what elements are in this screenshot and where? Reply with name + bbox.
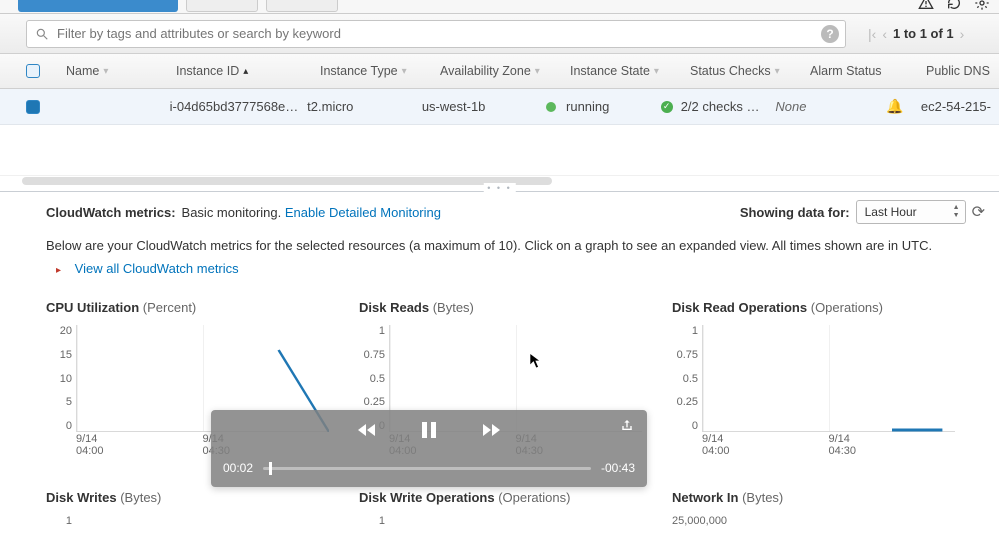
page-first-icon[interactable]: |‹ xyxy=(868,26,876,42)
yaxis-dro: 10.750.50.250 xyxy=(672,325,702,460)
alert-icon[interactable] xyxy=(917,0,935,12)
search-box[interactable]: ? xyxy=(26,20,846,48)
metrics-label: CloudWatch metrics: xyxy=(46,205,176,220)
refresh-metrics-icon[interactable]: ⟳ xyxy=(972,202,985,222)
video-remaining: -00:43 xyxy=(601,461,635,475)
row-checkbox[interactable] xyxy=(26,100,40,114)
page-range: 1 to 1 of 1 xyxy=(893,26,954,41)
video-seek-thumb[interactable] xyxy=(269,462,272,475)
metrics-basic-text: Basic monitoring. xyxy=(182,205,282,220)
video-seek-track[interactable] xyxy=(263,467,591,470)
showing-data-label: Showing data for: xyxy=(740,205,850,220)
chart-disk-write-ops[interactable]: Disk Write Operations (Operations) 1 xyxy=(359,490,672,527)
cell-az: us-west-1b xyxy=(422,99,546,114)
cell-dns: 🔔 ec2-54-215- xyxy=(886,98,999,115)
cell-status: ✓2/2 checks … xyxy=(661,99,776,114)
filter-bar: ? |‹ ‹ 1 to 1 of 1 › xyxy=(0,14,999,54)
share-icon[interactable] xyxy=(619,418,637,436)
search-icon xyxy=(33,25,51,43)
scrollbar-thumb[interactable] xyxy=(22,177,552,185)
col-instance-type[interactable]: Instance Type▾ xyxy=(320,64,440,78)
gear-icon[interactable] xyxy=(973,0,991,12)
cell-alarm: None xyxy=(775,99,886,114)
mouse-cursor-icon xyxy=(529,352,543,370)
secondary-button-2[interactable] xyxy=(266,0,338,12)
metrics-bar: CloudWatch metrics: Basic monitoring. En… xyxy=(0,192,999,228)
rewind-button[interactable] xyxy=(354,417,380,443)
cell-instance-id: i-04d65bd3777568e… xyxy=(170,99,308,114)
pane-divider[interactable] xyxy=(0,191,999,192)
caret-right-icon: ▸ xyxy=(56,265,61,276)
chart-disk-read-ops[interactable]: Disk Read Operations (Operations) 10.750… xyxy=(672,300,985,460)
table-row[interactable]: i-04d65bd3777568e… t2.micro us-west-1b r… xyxy=(0,89,999,125)
pager: |‹ ‹ 1 to 1 of 1 › xyxy=(868,26,964,42)
forward-button[interactable] xyxy=(478,417,504,443)
metrics-description: Below are your CloudWatch metrics for th… xyxy=(0,228,999,257)
chart-disk-writes[interactable]: Disk Writes (Bytes) 1 xyxy=(46,490,359,527)
top-toolbar xyxy=(0,0,999,14)
pause-button[interactable] xyxy=(416,417,442,443)
state-running-icon xyxy=(546,102,556,112)
col-state[interactable]: Instance State▾ xyxy=(570,64,690,78)
refresh-icon[interactable] xyxy=(945,0,963,12)
view-all-metrics-row: ▸ View all CloudWatch metrics xyxy=(0,257,999,286)
col-dns[interactable]: Public DNS xyxy=(926,64,999,78)
view-all-metrics-link[interactable]: View all CloudWatch metrics xyxy=(75,261,239,276)
col-az[interactable]: Availability Zone▾ xyxy=(440,64,570,78)
cell-instance-type: t2.micro xyxy=(307,99,422,114)
page-next-icon[interactable]: › xyxy=(960,26,965,42)
col-instance-id[interactable]: Instance ID▴ xyxy=(176,64,320,78)
yaxis-cpu: 20151050 xyxy=(46,325,76,460)
video-controls-overlay: 00:02 -00:43 xyxy=(211,410,647,487)
video-elapsed: 00:02 xyxy=(223,461,253,475)
col-alarm[interactable]: Alarm Status xyxy=(810,64,926,78)
search-input[interactable] xyxy=(57,26,815,41)
chart-network-in[interactable]: Network In (Bytes) 25,000,000 xyxy=(672,490,985,527)
alarm-bell-icon[interactable]: 🔔 xyxy=(886,98,903,115)
help-icon[interactable]: ? xyxy=(821,25,839,43)
page-prev-icon[interactable]: ‹ xyxy=(882,26,887,42)
col-name[interactable]: Name▾ xyxy=(66,64,176,78)
select-all-checkbox[interactable] xyxy=(26,64,40,78)
table-header: Name▾ Instance ID▴ Instance Type▾ Availa… xyxy=(0,54,999,89)
xaxis-dro: 9/1404:00 9/1404:30 xyxy=(702,433,955,457)
primary-action-button[interactable] xyxy=(18,0,178,12)
enable-detailed-link[interactable]: Enable Detailed Monitoring xyxy=(285,205,441,220)
secondary-button-1[interactable] xyxy=(186,0,258,12)
status-ok-icon: ✓ xyxy=(661,101,673,113)
cell-state: running xyxy=(546,99,661,114)
time-range-select[interactable]: Last Hour ▲▼ xyxy=(856,200,966,224)
col-status[interactable]: Status Checks▾ xyxy=(690,64,810,78)
